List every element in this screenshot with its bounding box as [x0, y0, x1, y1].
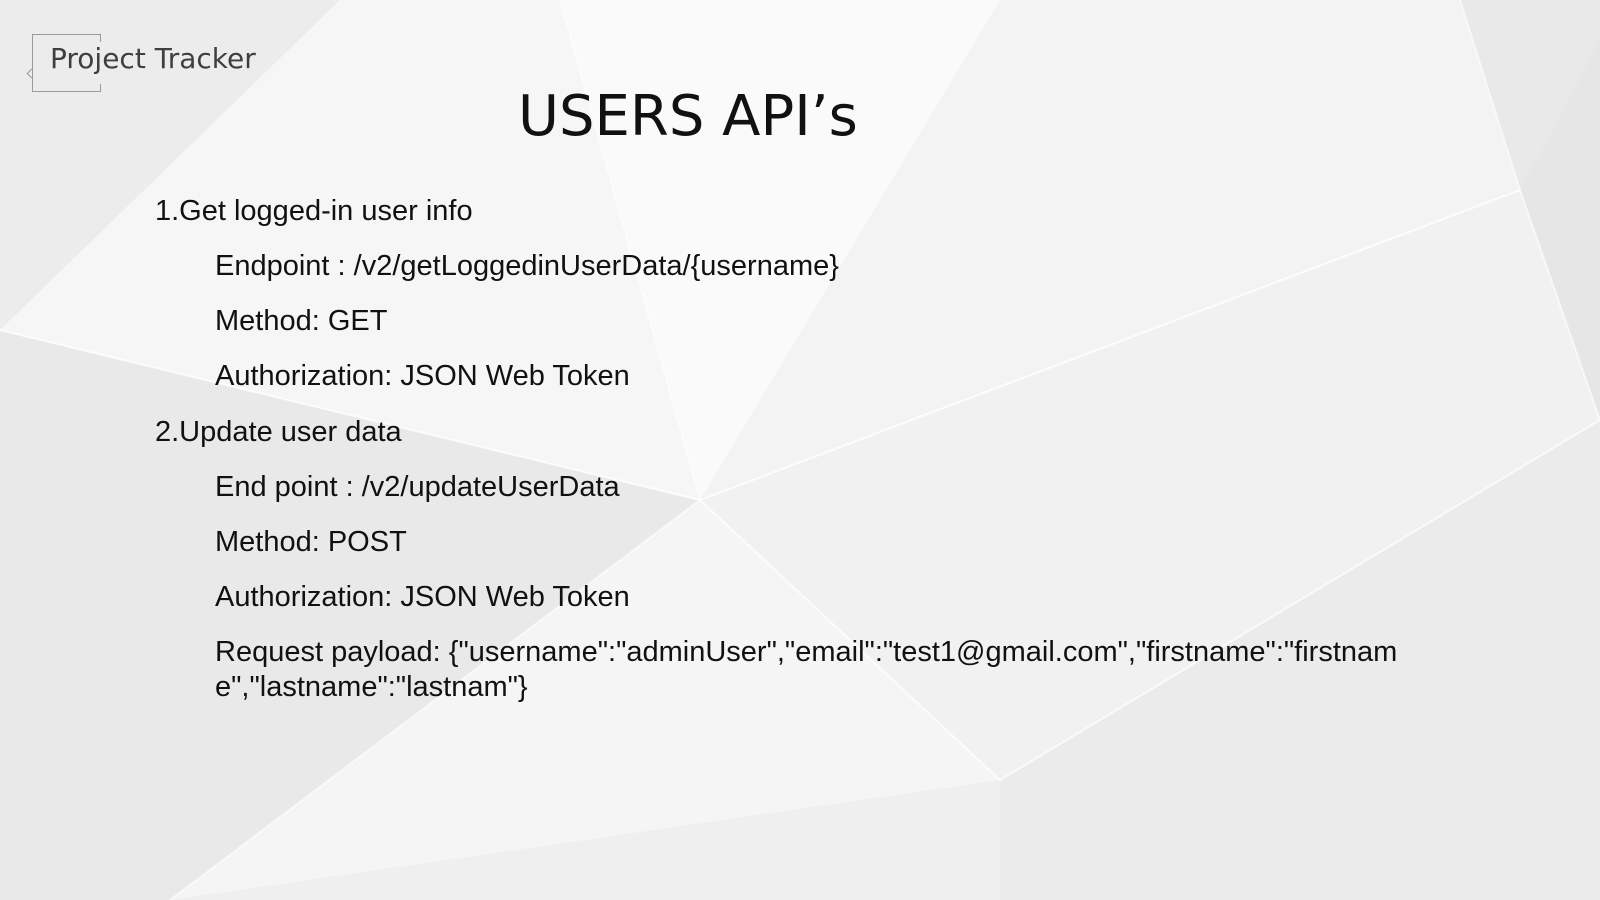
api-item-get-user: 1.Get logged-in user info Endpoint : /v2…	[155, 194, 1455, 394]
payload-block: Request payload: {"username":"adminUser"…	[215, 635, 1445, 705]
endpoint-value: /v2/updateUserData	[361, 471, 620, 503]
endpoint-line: Endpoint : /v2/getLoggedinUserData/{user…	[215, 249, 1455, 284]
api-item-heading: 2.Update user data	[155, 416, 402, 448]
api-list: 1.Get logged-in user info Endpoint : /v2…	[155, 194, 1455, 726]
endpoint-label: End point :	[215, 471, 362, 503]
api-item-heading: 1.Get logged-in user info	[155, 195, 473, 227]
endpoint-value: /v2/getLoggedinUserData/{username}	[353, 250, 839, 282]
method-line: Method: POST	[215, 526, 407, 558]
slide: Project Tracker USERS API’s 1.Get logged…	[0, 0, 1600, 900]
api-item-update-user: 2.Update user data End point : /v2/updat…	[155, 415, 1455, 705]
brand-name: Project Tracker	[50, 42, 256, 75]
method-line: Method: GET	[215, 305, 388, 337]
endpoint-line: End point : /v2/updateUserData	[215, 470, 1455, 505]
authorization-line: Authorization: JSON Web Token	[215, 360, 630, 392]
authorization-line: Authorization: JSON Web Token	[215, 581, 630, 613]
payload-label: Request payload:	[215, 636, 449, 668]
page-title: USERS API’s	[518, 84, 858, 149]
brand-logo: Project Tracker	[26, 34, 268, 94]
endpoint-label: Endpoint :	[215, 250, 354, 282]
